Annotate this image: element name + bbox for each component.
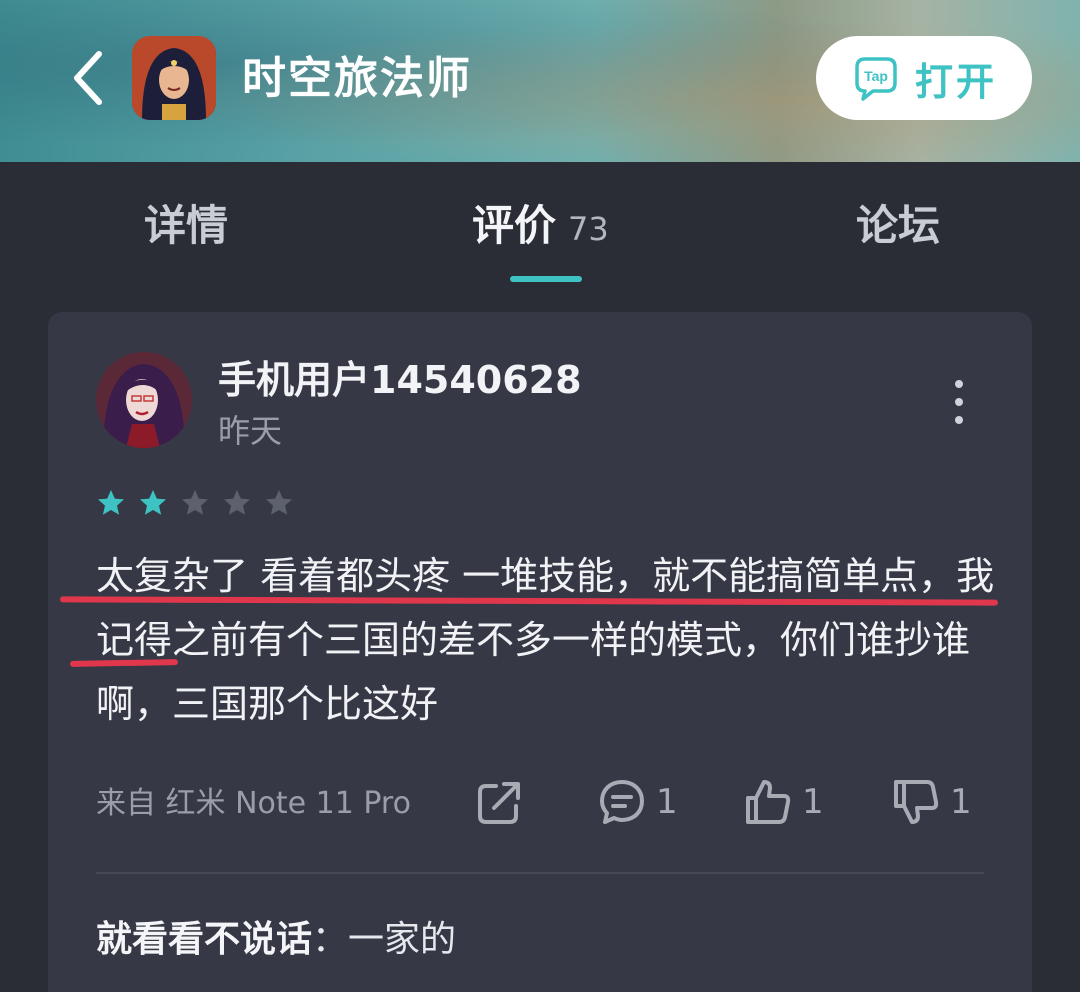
reply-item[interactable]: 就看看不说话：一家的	[96, 916, 456, 964]
tab-reviews[interactable]: 评价 73	[472, 198, 609, 257]
divider	[96, 872, 984, 874]
like-button[interactable]: 1	[742, 774, 824, 830]
star-filled-icon	[98, 490, 124, 515]
tab-bar: 详情 评价 73 论坛	[0, 162, 1080, 290]
star-empty-icon	[224, 490, 250, 515]
review-time: 昨天	[218, 412, 283, 450]
tab-details-label: 详情	[144, 201, 229, 250]
tab-details[interactable]: 详情	[144, 198, 228, 254]
reply-username[interactable]: 就看看不说话	[96, 919, 312, 960]
device-info: 来自 红米 Note 11 Pro	[96, 786, 411, 821]
app-title: 时空旅法师	[242, 53, 472, 104]
app-header: 时空旅法师 Tap 打开	[0, 0, 1080, 162]
review-card: 手机用户14540628 昨天 太复杂了 看着都头疼 一堆技能，就不能搞简单点，…	[48, 312, 1032, 992]
active-tab-indicator	[510, 276, 582, 282]
tab-reviews-label: 评价	[472, 201, 557, 250]
tab-forum-label: 论坛	[856, 201, 941, 250]
tab-reviews-count: 73	[568, 210, 609, 248]
chevron-left-icon	[74, 51, 102, 105]
review-text[interactable]: 太复杂了 看着都头疼 一堆技能，就不能搞简单点，我记得之前有个三国的差不多一样的…	[96, 544, 996, 736]
avatar[interactable]	[96, 352, 192, 448]
reply-text: 一家的	[348, 919, 457, 960]
star-filled-icon	[140, 490, 166, 515]
star-empty-icon	[266, 490, 292, 515]
thumbs-down-icon	[894, 780, 939, 824]
open-button-label: 打开	[914, 59, 997, 104]
comment-icon	[600, 780, 644, 824]
star-empty-icon	[182, 490, 208, 515]
review-username[interactable]: 手机用户14540628	[218, 356, 582, 404]
open-app-button[interactable]: Tap 打开	[816, 36, 1032, 120]
share-button[interactable]	[474, 774, 526, 830]
rating-stars	[96, 488, 294, 518]
dislike-count: 1	[950, 782, 972, 822]
dislike-button[interactable]: 1	[890, 774, 972, 830]
thumbs-up-icon	[746, 780, 791, 824]
tab-forum[interactable]: 论坛	[856, 198, 940, 254]
comment-count: 1	[656, 782, 678, 822]
more-options-button[interactable]	[944, 380, 974, 424]
reply-separator: ：	[312, 919, 349, 960]
app-icon	[132, 36, 216, 120]
back-button[interactable]	[64, 50, 114, 106]
vertical-dots-icon	[955, 380, 963, 388]
like-count: 1	[802, 782, 824, 822]
svg-text:Tap: Tap	[864, 68, 888, 84]
share-icon	[478, 782, 520, 824]
comment-button[interactable]: 1	[596, 774, 678, 830]
taptap-logo-icon: Tap	[855, 57, 897, 101]
